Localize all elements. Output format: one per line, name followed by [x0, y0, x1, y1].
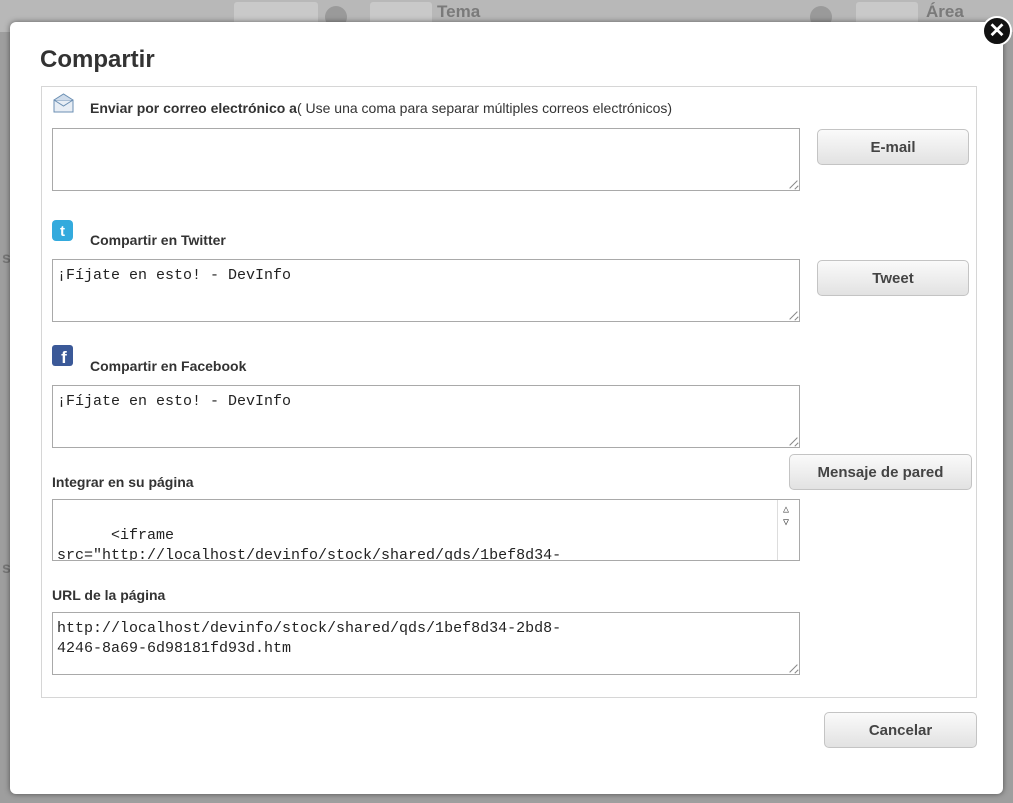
- email-input[interactable]: [52, 128, 800, 191]
- facebook-label: Compartir en Facebook: [90, 358, 247, 374]
- resize-handle[interactable]: [788, 310, 798, 320]
- embed-code-text: <iframe src="http://localhost/devinfo/st…: [57, 527, 562, 561]
- scroll-down-icon[interactable]: ▽: [783, 514, 789, 534]
- resize-handle[interactable]: [788, 663, 798, 673]
- facebook-icon: f: [52, 345, 73, 366]
- background-tab-tema: Tema: [437, 2, 481, 21]
- page-url-label: URL de la página: [52, 587, 166, 603]
- wall-post-button[interactable]: Mensaje de pared: [789, 454, 972, 490]
- share-dialog: Compartir Enviar por correo electrónico …: [10, 22, 1003, 794]
- embed-label: Integrar en su página: [52, 474, 194, 490]
- svg-text:t: t: [60, 223, 65, 240]
- embed-code-input[interactable]: <iframe src="http://localhost/devinfo/st…: [52, 499, 800, 561]
- tweet-button[interactable]: Tweet: [817, 260, 969, 296]
- email-button[interactable]: E-mail: [817, 129, 969, 165]
- twitter-icon: t: [52, 220, 73, 241]
- dialog-title: Compartir: [40, 46, 155, 73]
- svg-text:f: f: [61, 348, 67, 366]
- facebook-message-input[interactable]: ¡Fíjate en esto! - DevInfo: [52, 385, 800, 448]
- email-label-text: Enviar por correo electrónico a: [90, 100, 297, 116]
- email-label: Enviar por correo electrónico a( Use una…: [90, 100, 672, 116]
- page-url-input[interactable]: http://localhost/devinfo/stock/shared/qd…: [52, 612, 800, 675]
- cancel-button[interactable]: Cancelar: [824, 712, 977, 748]
- resize-handle[interactable]: [788, 436, 798, 446]
- twitter-message-input[interactable]: ¡Fíjate en esto! - DevInfo: [52, 259, 800, 322]
- background-tab-area: Área: [926, 2, 964, 21]
- resize-handle[interactable]: [788, 179, 798, 189]
- email-icon: [53, 93, 74, 113]
- share-options-panel: Enviar por correo electrónico a( Use una…: [41, 86, 977, 698]
- email-hint: ( Use una coma para separar múltiples co…: [296, 100, 673, 116]
- twitter-label: Compartir en Twitter: [90, 232, 226, 248]
- embed-scrollbar[interactable]: △ ▽: [777, 500, 799, 560]
- close-icon[interactable]: ✕: [982, 16, 1012, 46]
